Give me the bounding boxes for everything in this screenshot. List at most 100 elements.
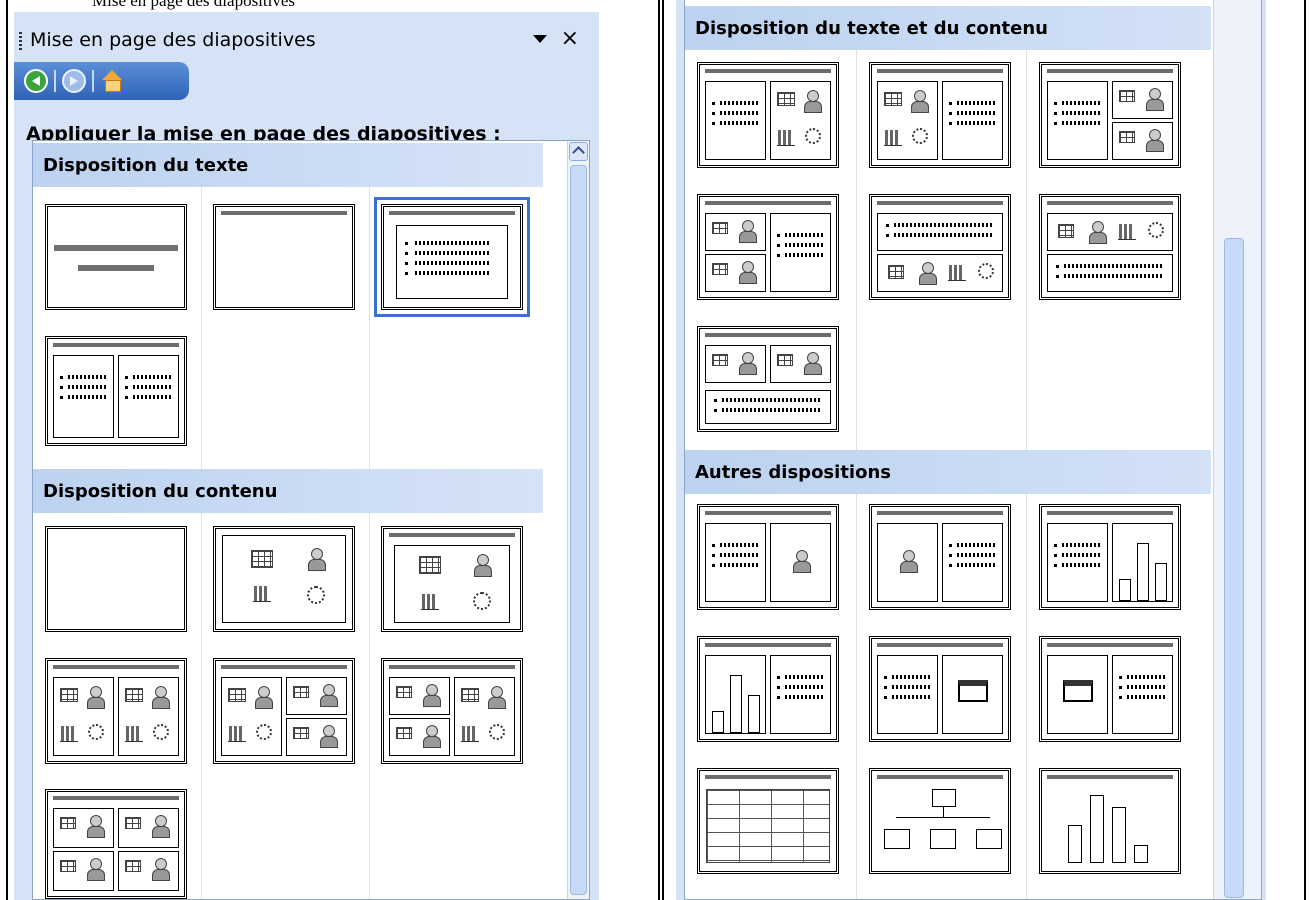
layout-thumbnail-chart-and-text[interactable] (697, 636, 839, 742)
content-placeholder (1047, 213, 1173, 251)
table-icon (419, 556, 441, 574)
bullet-line (892, 685, 931, 689)
diagram-icon (805, 128, 821, 144)
layout-thumbnail-content-over-two-content[interactable] (213, 658, 355, 764)
content-placeholder-right-bottom (286, 718, 347, 756)
layout-thumbnail-title-and-chart[interactable] (1039, 768, 1181, 874)
bullet-dot (712, 564, 715, 567)
bullet-line (1062, 121, 1101, 125)
pane-title-bar: Mise en page des diapositives × (14, 12, 599, 62)
layout-thumbnail-blank[interactable] (45, 526, 187, 632)
clipart-icon (254, 686, 273, 709)
table-icon (888, 265, 904, 279)
content-placeholder (394, 545, 510, 623)
chart-icon (948, 265, 966, 281)
table-icon (1119, 131, 1135, 143)
layout-thumbnail-media-and-text[interactable] (1039, 636, 1181, 742)
clipart-icon (151, 815, 170, 838)
document-caption-text: Mise en page des diapositives (92, 0, 296, 10)
layout-thumbnail-text-and-media[interactable] (869, 636, 1011, 742)
diagram-icon (256, 724, 272, 740)
content-placeholder-top (1112, 81, 1173, 119)
text-placeholder (1047, 254, 1173, 292)
text-placeholder (705, 390, 831, 424)
layout-thumbnail-two-stacked-content-and-text[interactable] (697, 194, 839, 300)
text-placeholder (877, 213, 1003, 251)
layout-thumbnail-two-content-over-content[interactable] (381, 658, 523, 764)
clipart-icon (151, 686, 170, 709)
content-placeholder-top (705, 213, 766, 251)
bullet-dot (1054, 544, 1057, 547)
layout-thumbnail-text-and-chart[interactable] (1039, 504, 1181, 610)
bullet-line (720, 563, 759, 567)
layout-thumbnail-content[interactable] (213, 526, 355, 632)
bullet-line (892, 695, 931, 699)
bullet-dot (949, 544, 952, 547)
scroll-thumb[interactable] (570, 165, 587, 895)
layout-thumbnail-four-content[interactable] (45, 789, 187, 899)
table-icon (396, 686, 412, 698)
bullet-dot (949, 564, 952, 567)
chart-icon (125, 726, 143, 742)
bullet-line (68, 395, 107, 399)
scroll-thumb[interactable] (1224, 238, 1244, 898)
grip-icon[interactable] (19, 32, 22, 50)
column-divider (1026, 48, 1027, 450)
bullet-line (1127, 695, 1166, 699)
layout-thumbnail-two-column-text[interactable] (45, 336, 187, 446)
layout-thumbnail-content-over-text[interactable] (1039, 194, 1181, 300)
layout-thumbnail-title-and-content[interactable] (381, 526, 523, 632)
clipart-icon (803, 352, 822, 375)
bullet-line (1064, 274, 1162, 278)
layout-thumbnail-text-and-clipart[interactable] (697, 504, 839, 610)
vertical-scrollbar[interactable] (1213, 0, 1261, 899)
forward-icon[interactable] (62, 69, 86, 93)
layout-thumbnail-text-over-content[interactable] (869, 194, 1011, 300)
layout-thumbnail-text-and-two-stacked-content[interactable] (1039, 62, 1181, 168)
bullet-dot (777, 234, 780, 237)
chart-icon (421, 594, 439, 610)
content-placeholder-left-top (389, 677, 450, 715)
vertical-scrollbar[interactable] (567, 141, 589, 899)
bullet-dot (884, 686, 887, 689)
home-icon[interactable] (100, 69, 124, 93)
layout-thumbnail-two-content-over-text[interactable] (697, 326, 839, 432)
bullet-line (415, 241, 491, 245)
clipart-icon (792, 550, 811, 573)
table-icon (396, 727, 412, 739)
back-icon[interactable] (24, 69, 48, 93)
table-icon (60, 688, 78, 702)
layout-thumbnail-title-only[interactable] (213, 204, 355, 310)
bullet-dot (714, 409, 717, 412)
bullet-dot (886, 234, 889, 237)
table-icon (228, 688, 246, 702)
table-icon (293, 727, 309, 739)
table-icon (712, 263, 728, 275)
bullet-dot (884, 696, 887, 699)
title-bar (705, 775, 831, 779)
layout-gallery-list-continued: Disposition du texte et du contenu Autre… (684, 0, 1262, 900)
layout-thumbnail-content-and-text[interactable] (869, 62, 1011, 168)
bullet-dot (405, 252, 408, 255)
media-placeholder (1047, 655, 1108, 734)
org-chart-connector (896, 817, 990, 818)
text-placeholder (770, 213, 831, 292)
title-bar (705, 643, 831, 647)
layout-thumbnail-clipart-and-text[interactable] (869, 504, 1011, 610)
table-icon (125, 688, 143, 702)
close-button[interactable]: × (561, 27, 579, 51)
chart-icon (777, 130, 795, 146)
layout-thumbnail-text-and-two-content[interactable] (697, 62, 839, 168)
text-placeholder (1047, 81, 1108, 160)
bullet-dot (60, 376, 63, 379)
layout-thumbnail-title-slide[interactable] (45, 204, 187, 310)
bullet-line (892, 675, 931, 679)
scroll-up-icon[interactable] (569, 142, 588, 161)
bullet-line (720, 543, 759, 547)
dropdown-arrow-icon[interactable] (533, 35, 547, 43)
layout-thumbnail-title-two-content[interactable] (45, 658, 187, 764)
layout-thumbnail-title-and-text[interactable] (374, 197, 530, 317)
layout-thumbnail-title-and-diagram[interactable] (869, 768, 1011, 874)
subtitle-placeholder (78, 265, 154, 271)
layout-thumbnail-title-and-table[interactable] (697, 768, 839, 874)
